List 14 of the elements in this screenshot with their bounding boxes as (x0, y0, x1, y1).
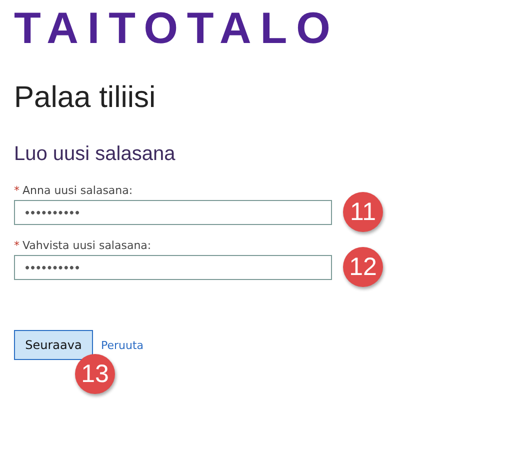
required-mark: * (14, 184, 20, 197)
callout-badge: 13 (75, 354, 115, 394)
required-mark: * (14, 239, 20, 252)
section-title: Luo uusi salasana (14, 142, 176, 166)
field-label: Anna uusi salasana: (22, 184, 133, 197)
logo: TAITOTALO (14, 6, 340, 52)
callout-badge: 11 (343, 192, 383, 232)
password-field[interactable]: •••••••••• (14, 200, 332, 225)
page-title: Palaa tiliisi (14, 80, 157, 116)
field-label: Vahvista uusi salasana: (22, 239, 152, 252)
cancel-link[interactable]: Peruuta (101, 338, 144, 352)
callout-badge: 12 (343, 247, 383, 287)
password-field[interactable]: •••••••••• (14, 255, 332, 280)
next-button[interactable]: Seuraava (14, 330, 93, 360)
